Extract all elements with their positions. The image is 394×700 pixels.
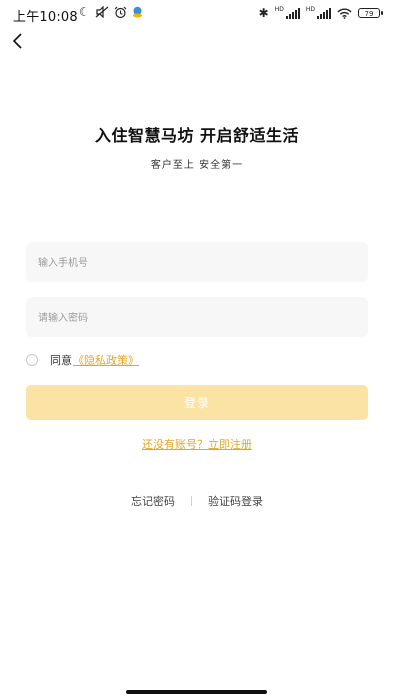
- code-login-link[interactable]: 验证码登录: [208, 493, 263, 509]
- privacy-policy-link[interactable]: 《隐私政策》: [73, 352, 139, 368]
- forgot-password-link[interactable]: 忘记密码: [131, 493, 175, 509]
- alarm-icon: [114, 6, 127, 18]
- status-time: 上午10:08: [13, 10, 78, 25]
- bluetooth-icon: ✱: [258, 6, 269, 20]
- agreement-row: 同意 《隐私政策》: [26, 352, 139, 368]
- status-bar: 上午10:08 ☾ ✱ HD HD 79: [0, 0, 394, 26]
- signal-hd-label-2: HD: [305, 6, 315, 13]
- register-link[interactable]: 还没有账号？立即注册: [0, 436, 394, 452]
- password-input[interactable]: [36, 297, 372, 339]
- wifi-icon: [337, 8, 352, 19]
- login-button[interactable]: 登录: [26, 385, 368, 420]
- page-subtitle: 客户至上 安全第一: [150, 160, 244, 171]
- mute-icon: [95, 6, 109, 18]
- divider: [191, 496, 192, 506]
- signal-hd-label: HD: [274, 6, 284, 13]
- battery-icon: 79: [358, 8, 383, 18]
- phone-input[interactable]: [36, 242, 372, 284]
- status-right-icons: ✱ HD HD 79: [258, 6, 383, 20]
- signal-icon: HD: [275, 7, 300, 19]
- agree-checkbox[interactable]: [26, 354, 38, 366]
- signal-icon-2: HD: [306, 7, 331, 19]
- page-title: 入住智慧马坊 开启舒适生活: [94, 126, 300, 145]
- agree-label: 同意: [50, 354, 72, 367]
- status-left-icons: ☾: [79, 5, 143, 19]
- app-notification-icon: [132, 6, 142, 18]
- bottom-links: 忘记密码 验证码登录: [0, 493, 394, 509]
- back-button[interactable]: [8, 30, 30, 52]
- home-indicator[interactable]: [126, 690, 267, 694]
- chevron-left-icon: [12, 33, 22, 49]
- phone-field[interactable]: [26, 242, 372, 284]
- moon-icon: ☾: [79, 5, 90, 19]
- password-field[interactable]: [26, 297, 372, 339]
